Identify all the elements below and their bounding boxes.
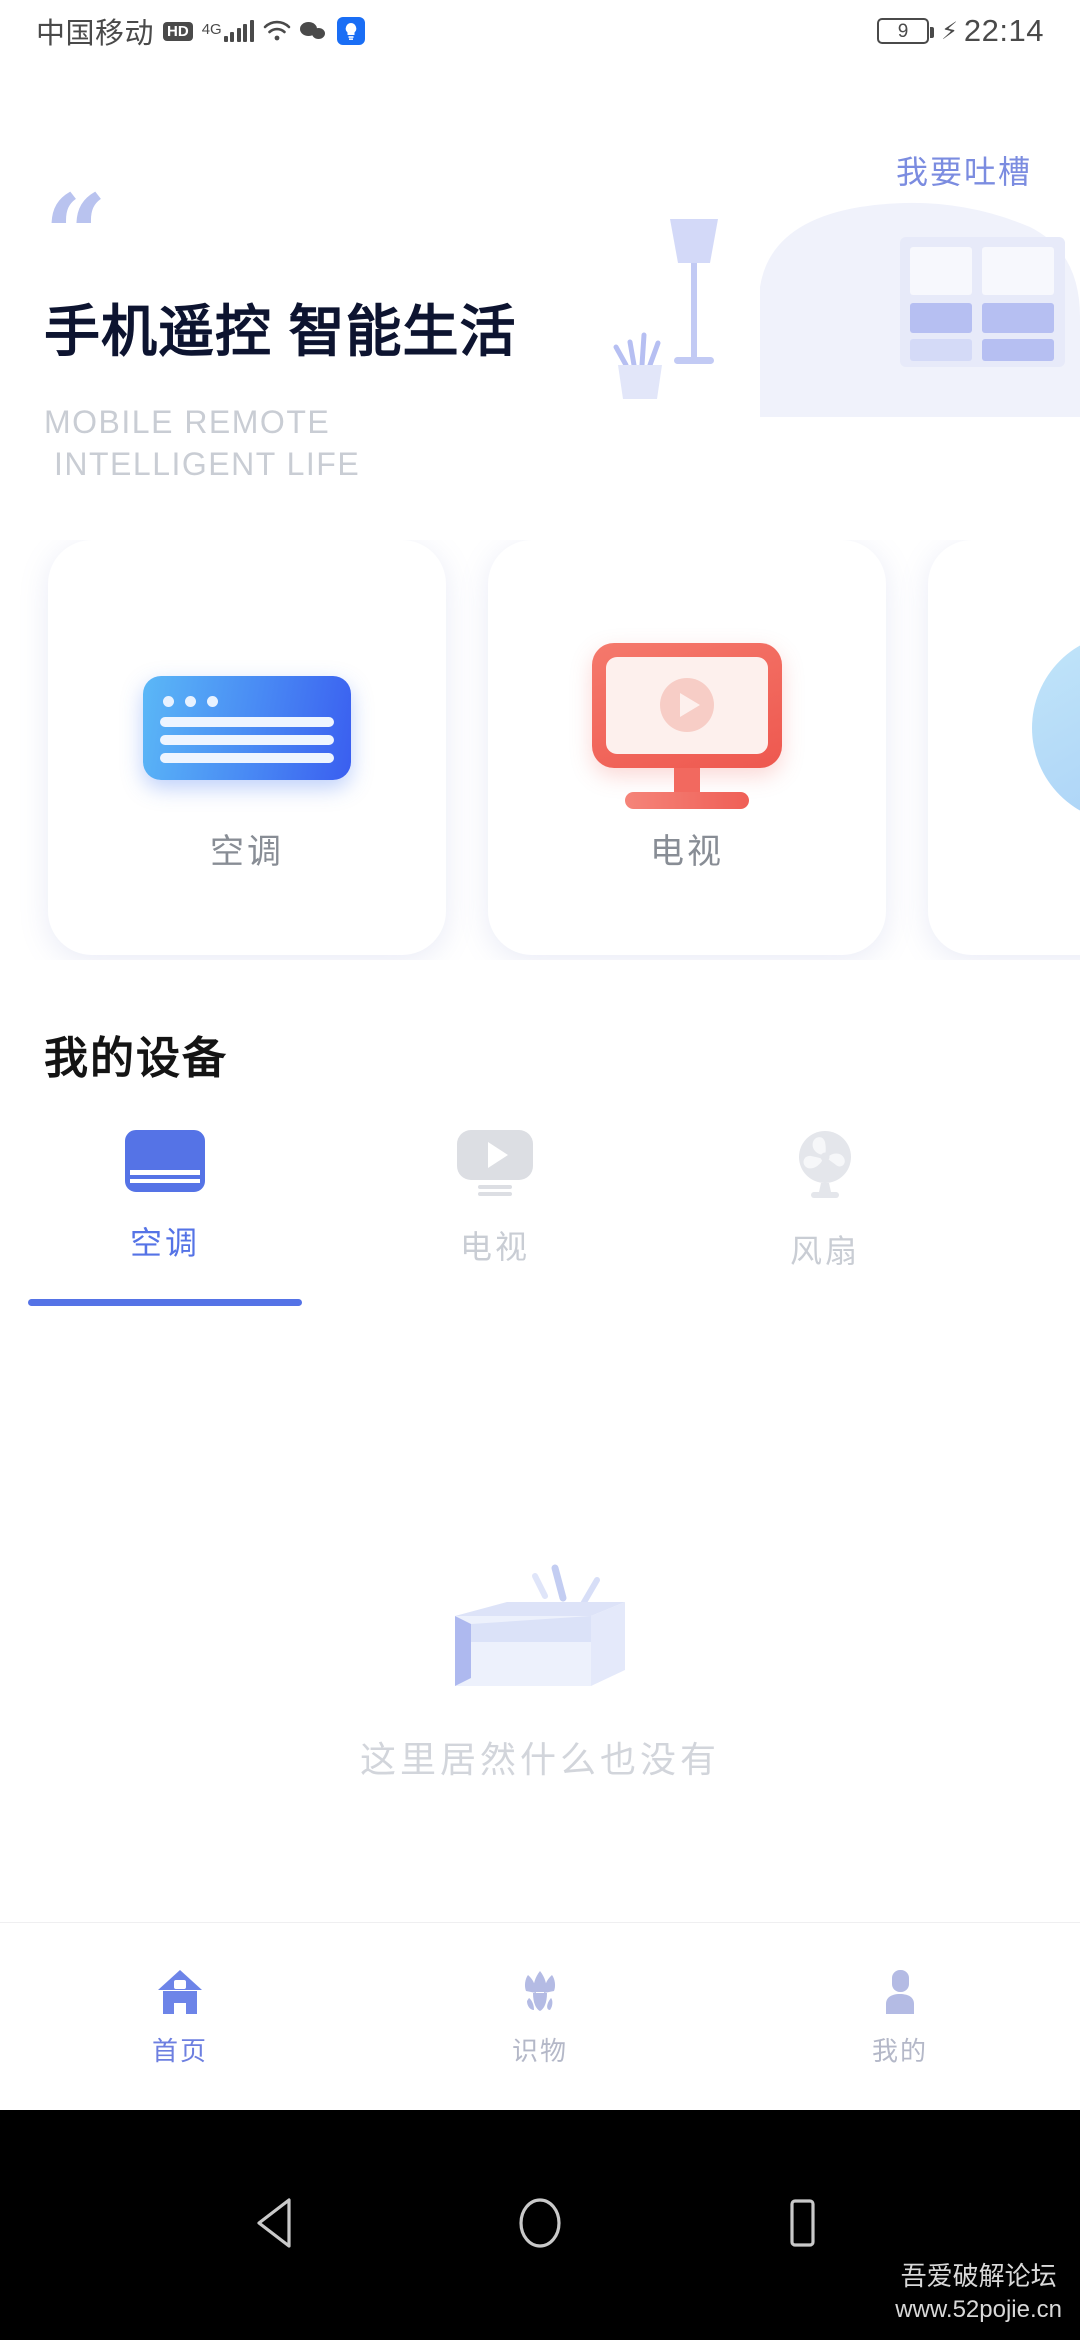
battery-icon: 9: [877, 18, 935, 44]
air-conditioner-icon: [143, 675, 351, 780]
flower-recognize-icon: [513, 1965, 567, 2019]
carrier-label: 中国移动: [36, 18, 155, 50]
status-bar-left: 中国移动 HD 4G: [36, 10, 365, 52]
globe-icon: [1032, 632, 1080, 823]
quick-device-cards[interactable]: 空调 电视: [0, 540, 1080, 960]
quick-card-next[interactable]: [928, 540, 1080, 955]
nav-item-label: 识物: [511, 2036, 568, 2066]
page-title: 手机遥控 智能生活: [44, 300, 517, 363]
network-signal-icon: 4G: [202, 20, 254, 42]
network-type-label: 4G: [201, 21, 222, 38]
watermark-line1: 吾爱破解论坛: [900, 2260, 1057, 2291]
hero-subtitle: MOBILE REMOTE INTELLIGENT LIFE: [44, 402, 360, 485]
watermark: 吾爱破解论坛 www.52pojie.cn: [895, 2259, 1062, 2326]
home-icon: [153, 1965, 207, 2019]
device-tab-label: 风扇: [789, 1233, 860, 1269]
signal-bars-icon: [223, 20, 254, 42]
status-bar: 中国移动 HD 4G 9 ⚡ 22:14: [0, 0, 1080, 62]
hd-badge: HD: [163, 21, 193, 41]
empty-state: 这里居然什么也没有: [0, 1560, 1080, 1783]
person-icon: [873, 1965, 927, 2019]
television-icon: [457, 1130, 533, 1196]
battery-level-label: 9: [897, 20, 909, 42]
device-tab-television[interactable]: 电视: [330, 1130, 660, 1306]
watermark-line2: www.52pojie.cn: [895, 2295, 1062, 2323]
wechat-icon: [299, 20, 328, 42]
android-home-button[interactable]: [509, 2192, 571, 2259]
android-recents-button[interactable]: [771, 2192, 833, 2259]
empty-state-text: 这里居然什么也没有: [359, 1739, 720, 1780]
nav-item-recognize[interactable]: 识物: [360, 1965, 720, 2068]
hero-subtitle-line2: INTELLIGENT LIFE: [54, 445, 361, 482]
air-conditioner-icon: [125, 1130, 205, 1192]
fan-icon: [787, 1130, 863, 1200]
device-tab-fan[interactable]: 风扇: [660, 1130, 990, 1306]
device-type-tabs[interactable]: 空调 电视 风扇: [0, 1130, 1080, 1306]
my-devices-title: 我的设备: [44, 1034, 228, 1083]
feedback-link[interactable]: 我要吐槽: [896, 147, 1032, 193]
quick-card-air-conditioner[interactable]: 空调: [48, 540, 446, 955]
device-tab-air-conditioner[interactable]: 空调: [0, 1130, 330, 1306]
android-navigation-bar[interactable]: 吾爱破解论坛 www.52pojie.cn: [0, 2110, 1080, 2340]
nav-item-label: 我的: [871, 2036, 928, 2066]
quick-card-label: 电视: [650, 833, 724, 871]
bulb-notification-icon: [336, 17, 365, 45]
charging-bolt-icon: ⚡: [941, 17, 958, 45]
quick-card-label: 空调: [210, 833, 284, 871]
home-illustration: [610, 167, 1080, 417]
clock-label: 22:14: [963, 13, 1044, 48]
nav-item-profile[interactable]: 我的: [720, 1965, 1080, 2068]
quote-mark-icon: “: [44, 170, 108, 299]
active-tab-underline: [28, 1299, 302, 1306]
status-bar-right: 9 ⚡ 22:14: [877, 13, 1044, 49]
television-icon: [592, 642, 782, 813]
device-tab-label: 电视: [459, 1229, 530, 1265]
android-back-button[interactable]: [247, 2192, 309, 2259]
nav-item-label: 首页: [151, 2036, 208, 2066]
nav-item-home[interactable]: 首页: [0, 1965, 360, 2068]
wifi-icon: [263, 20, 291, 42]
empty-box-illustration: [415, 1560, 665, 1715]
hero-subtitle-line1: MOBILE REMOTE: [44, 404, 331, 440]
quick-card-television[interactable]: 电视: [488, 540, 886, 955]
bottom-navigation-bar[interactable]: 首页 识物 我的: [0, 1922, 1080, 2110]
device-tab-label: 空调: [129, 1225, 200, 1261]
hero-section: 我要吐槽 “ 手机遥控 智能生活 MOBILE REMOTE INTELLIGE…: [0, 62, 1080, 532]
